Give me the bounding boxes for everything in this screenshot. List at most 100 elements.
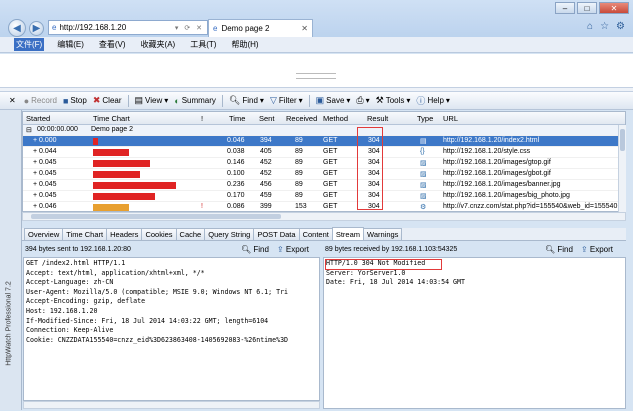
cell-time: 0.046 — [227, 137, 245, 144]
img-type-icon: ▨ — [420, 171, 427, 178]
response-stream-pane[interactable]: HTTP/1.0 304 Not Modified Server: YorSer… — [323, 257, 626, 409]
collapse-icon[interactable]: ⊟ — [26, 126, 32, 134]
time-chart-bar — [93, 193, 156, 200]
tab-content[interactable]: Content — [298, 228, 333, 240]
save-icon: ▣ — [315, 95, 325, 105]
cell-sent: 405 — [260, 148, 272, 155]
scroll-thumb[interactable] — [31, 214, 281, 219]
cell-method: GET — [323, 137, 338, 144]
menu-help[interactable]: 帮助(H) — [229, 38, 260, 51]
right-find-label: Find — [557, 245, 573, 254]
gear-icon[interactable]: ⚙ — [616, 21, 625, 32]
col-received[interactable]: Received — [286, 114, 317, 123]
stop-button[interactable]: ■ Stop — [63, 96, 87, 106]
cell-time: 0.086 — [227, 203, 245, 210]
cell-time: 0.038 — [227, 148, 245, 155]
col-time-chart[interactable]: Time Chart — [93, 114, 130, 123]
record-button[interactable]: ● Record — [24, 96, 57, 106]
home-icon[interactable]: ⌂ — [587, 21, 593, 32]
address-text: http://192.168.1.20 — [59, 23, 127, 32]
browser-tab[interactable]: e Demo page 2 ✕ — [208, 19, 313, 37]
summary-button[interactable]: ◐ Summary — [174, 96, 216, 106]
tab-stream[interactable]: Stream — [331, 227, 365, 240]
col-time[interactable]: Time — [229, 114, 245, 123]
page-group-row[interactable]: ⊟ 00:00:00.000 Demo page 2 — [23, 125, 625, 136]
right-export-button[interactable]: ⇪ Export — [581, 245, 613, 254]
cell-url: http://192.168.1.20/index2.html — [443, 137, 540, 144]
close-button[interactable]: ✕ — [599, 2, 629, 14]
filter-button[interactable]: ▽ Filter ▾ — [270, 95, 303, 106]
stop-label: Stop — [70, 96, 87, 105]
summary-label: Summary — [181, 96, 216, 105]
left-find-button[interactable]: 🔍︎ Find — [241, 245, 269, 254]
table-row[interactable]: + 0.045 0.170 459 89 GET 304 http://192.168.1.… — [23, 191, 625, 202]
group-started: 00:00:00.000 — [37, 126, 78, 133]
minimize-button[interactable]: – — [555, 2, 575, 14]
tab-headers[interactable]: Headers — [106, 228, 143, 240]
tab-cache[interactable]: Cache — [175, 228, 206, 240]
forward-button[interactable]: ▶ — [29, 21, 44, 36]
panel-close-icon[interactable]: ✕ — [9, 96, 16, 105]
save-button[interactable]: ▣ Save ▾ — [316, 95, 351, 106]
menu-tools[interactable]: 工具(T) — [188, 38, 218, 51]
table-vertical-scrollbar[interactable] — [618, 125, 626, 212]
col-sent[interactable]: Sent — [259, 114, 274, 123]
maximize-button[interactable]: □ — [577, 2, 597, 14]
page-grip — [296, 73, 336, 79]
cell-started: + 0.046 — [33, 203, 57, 210]
table-row[interactable]: + 0.045 0.146 452 89 GET 304 http://192.168.1.… — [23, 158, 625, 169]
right-pane-tools: 🔍︎ Find ⇪ Export — [545, 245, 613, 254]
table-row[interactable]: + 0.045 0.100 452 89 GET 304 http://192.168.1.… — [23, 169, 625, 180]
table-row[interactable]: + 0.000 0.046 394 89 GET 304 http://192.168.1.… — [23, 136, 625, 147]
col-type[interactable]: Type — [417, 114, 433, 123]
menu-favorites[interactable]: 收藏夹(A) — [139, 38, 178, 51]
tab-post-data[interactable]: POST Data — [253, 228, 300, 240]
table-row[interactable]: + 0.044 0.038 405 89 GET 304 http://192.168.1.… — [23, 147, 625, 158]
clear-button[interactable]: ✖ Clear — [93, 95, 122, 106]
view-button[interactable]: ▤ View ▾ — [135, 95, 169, 106]
back-button[interactable]: ◀ — [8, 19, 26, 37]
table-row[interactable]: + 0.046! 0.086 399 153 GET 304 http://v7.cnzz.… — [23, 202, 625, 211]
window-controls: – □ ✕ — [555, 2, 629, 14]
col-url[interactable]: URL — [443, 114, 458, 123]
col-started[interactable]: Started — [26, 114, 50, 123]
col-warning[interactable]: ! — [201, 114, 203, 123]
tools-button[interactable]: ⚒ Tools ▾ — [376, 95, 411, 106]
tab-close-icon[interactable]: ✕ — [301, 24, 308, 33]
left-export-label: Export — [285, 245, 310, 254]
scroll-thumb[interactable] — [620, 129, 625, 151]
right-find-button[interactable]: 🔍︎ Find — [545, 245, 573, 254]
time-chart-bar — [93, 138, 99, 145]
print-button[interactable]: ⎙ ▾ — [356, 95, 369, 106]
cell-url: http://192.168.1.20/images/gbot.gif — [443, 170, 551, 177]
cell-url: http://192.168.1.20/images/gtop.gif — [443, 159, 551, 166]
help-button[interactable]: ⓘ Help ▾ — [416, 94, 449, 107]
left-export-button[interactable]: ⇪ Export — [277, 245, 309, 254]
menu-view[interactable]: 查看(V) — [97, 38, 128, 51]
tab-time-chart[interactable]: Time Chart — [62, 228, 108, 240]
tab-query-string[interactable]: Query String — [204, 228, 255, 240]
browser-right-icons: ⌂ ☆ ⚙ — [587, 21, 625, 32]
menu-edit[interactable]: 编辑(E) — [55, 38, 86, 51]
tab-overview[interactable]: Overview — [24, 228, 64, 240]
col-result[interactable]: Result — [367, 114, 388, 123]
ie-page-icon: e — [52, 23, 57, 32]
cell-received: 89 — [295, 148, 303, 155]
address-controls-icon[interactable]: ▾ ⟳ ✕ — [175, 24, 207, 32]
save-label: Save — [326, 96, 345, 105]
tab-cookies[interactable]: Cookies — [141, 228, 177, 240]
address-bar[interactable]: e http://192.168.1.20 ▾ ⟳ ✕ — [48, 20, 208, 35]
menu-file[interactable]: 文件(F) — [14, 38, 45, 51]
request-stream-text: GET /index2.html HTTP/1.1 Accept: text/h… — [26, 259, 289, 344]
left-pane-hscrollbar[interactable] — [23, 401, 320, 409]
favorites-star-icon[interactable]: ☆ — [600, 21, 609, 32]
help-icon: ⓘ — [416, 96, 426, 106]
col-method[interactable]: Method — [323, 114, 348, 123]
request-stream-pane[interactable]: GET /index2.html HTTP/1.1 Accept: text/h… — [23, 257, 320, 401]
tab-warnings[interactable]: Warnings — [363, 228, 403, 240]
find-button[interactable]: 🔍︎ Find ▾ — [229, 95, 264, 106]
table-row[interactable]: + 0.045 0.236 456 89 GET 304 http://192.168.1.… — [23, 180, 625, 191]
toolbar-separator — [308, 94, 310, 107]
table-horizontal-scrollbar[interactable] — [22, 212, 626, 221]
table-header: Started Time Chart ! Time Sent Received … — [23, 112, 625, 125]
